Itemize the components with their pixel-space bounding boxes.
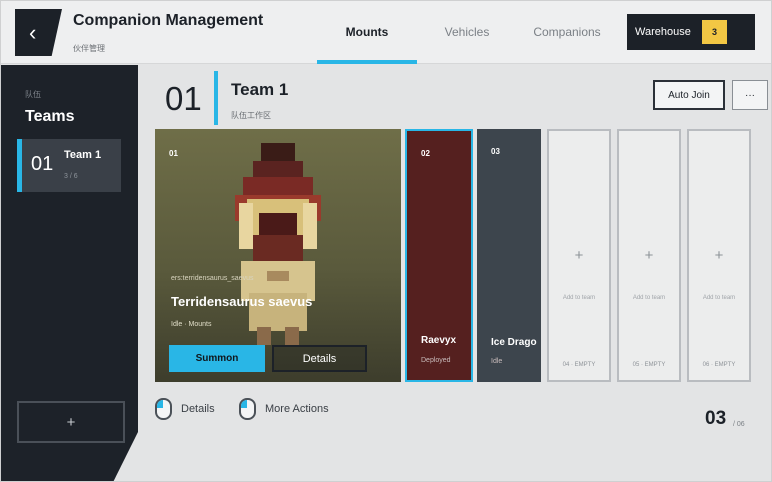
mount-id-tag: ers:terridensaurus_saevus — [171, 275, 254, 282]
warehouse-count-badge: 3 — [702, 20, 727, 44]
mount-name: Raevyx — [421, 335, 457, 346]
plus-icon: + — [66, 413, 76, 431]
empty-slot-05[interactable]: + Add to team 05 · EMPTY — [617, 129, 681, 382]
team-title: Team 1 — [231, 80, 289, 99]
add-to-team-label: Add to team — [702, 295, 736, 301]
add-to-team-label: Add to team — [632, 295, 666, 301]
empty-slot-label: 04 · EMPTY — [562, 362, 596, 368]
hint-more-actions-label: More Actions — [265, 403, 329, 415]
team-item-name: Team 1 — [64, 149, 102, 161]
team-title-divider — [214, 71, 218, 125]
hint-more-actions[interactable]: More Actions — [239, 398, 329, 420]
slot-count-total: / 06 — [733, 421, 745, 428]
tab-vehicles[interactable]: Vehicles — [417, 0, 517, 64]
mount-name: Ice Drago — [491, 337, 537, 348]
mouse-left-click-icon — [155, 398, 172, 420]
tab-mounts[interactable]: Mounts — [317, 0, 417, 64]
plus-icon: + — [644, 247, 654, 264]
teams-sidebar: 队伍 Teams 01 Team 1 3 / 6 + — [0, 65, 138, 482]
team-subtitle: 队伍工作区 — [231, 111, 271, 120]
back-button[interactable]: ‹ — [15, 9, 62, 56]
mount-meta: Idle · Mounts — [171, 321, 212, 328]
auto-join-button[interactable]: Auto Join — [653, 80, 725, 110]
slot-number: 03 — [491, 147, 500, 156]
mount-slot-03[interactable]: 03 Ice Drago Idle — [477, 129, 541, 382]
tab-companions[interactable]: Companions — [517, 0, 617, 64]
page-title: Companion Management — [73, 12, 264, 29]
empty-slot-04[interactable]: + Add to team 04 · EMPTY — [547, 129, 611, 382]
top-bar: ‹ Companion Management 伙伴管理 Mounts Vehic… — [0, 0, 772, 64]
dinosaur-mount-image — [235, 143, 321, 345]
team-item-number: 01 — [31, 153, 54, 175]
slot-count-current: 03 — [705, 408, 727, 429]
plus-icon: + — [714, 247, 724, 264]
summon-button[interactable]: Summon — [169, 345, 265, 372]
warehouse-button[interactable]: Warehouse 3 — [627, 14, 755, 50]
hint-details-label: Details — [181, 403, 215, 415]
mount-name: Terridensaurus saevus — [171, 294, 313, 309]
mount-status: Deployed — [421, 357, 451, 364]
chevron-left-icon: ‹ — [29, 19, 37, 45]
mount-slot-02[interactable]: 02 Raevyx Deployed — [405, 129, 473, 382]
sidebar-title: Teams — [25, 108, 75, 125]
sidebar-small-label: 队伍 — [25, 90, 41, 99]
mount-slot-01[interactable]: 01 ers:terridensaurus_saevus Terridensau… — [155, 129, 401, 382]
empty-slot-label: 05 · EMPTY — [632, 362, 666, 368]
add-to-team-label: Add to team — [562, 295, 596, 301]
page-subtitle: 伙伴管理 — [73, 44, 105, 53]
slot-number: 02 — [421, 149, 430, 158]
slot-number: 01 — [169, 149, 178, 158]
warehouse-label: Warehouse — [635, 26, 691, 38]
empty-slot-06[interactable]: + Add to team 06 · EMPTY — [687, 129, 751, 382]
sidebar-item-team-1[interactable]: 01 Team 1 3 / 6 — [17, 139, 121, 192]
mount-status: Idle — [491, 358, 503, 365]
empty-slot-label: 06 · EMPTY — [702, 362, 736, 368]
mouse-left-click-icon — [239, 398, 256, 420]
team-number: 01 — [165, 80, 202, 117]
app-window: ‹ Companion Management 伙伴管理 Mounts Vehic… — [0, 0, 772, 482]
team-item-count: 3 / 6 — [64, 173, 78, 180]
more-options-button[interactable]: ··· — [732, 80, 768, 110]
add-team-button[interactable]: + — [17, 401, 125, 443]
details-button[interactable]: Details — [272, 345, 367, 372]
ellipsis-icon: ··· — [745, 89, 755, 101]
hint-details[interactable]: Details — [155, 398, 215, 420]
plus-icon: + — [574, 247, 584, 264]
